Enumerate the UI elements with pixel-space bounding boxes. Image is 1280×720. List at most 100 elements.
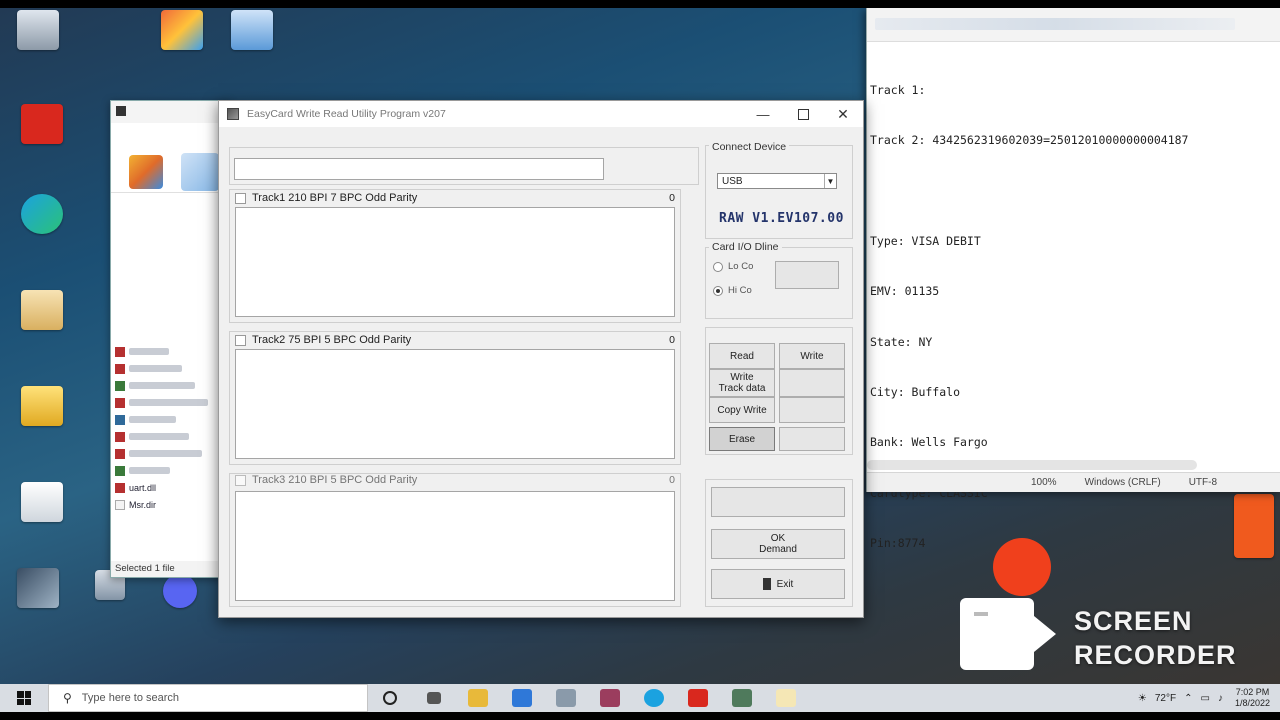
option-button[interactable] [779, 369, 845, 397]
pdf-taskbar-icon[interactable] [676, 684, 720, 712]
notepad-tabs [875, 18, 1235, 30]
file-explorer-taskbar-icon[interactable] [456, 684, 500, 712]
pdf-reader-icon[interactable] [10, 104, 74, 148]
explorer-statusbar: Selected 1 file [111, 561, 229, 577]
system-tray: ☀ 72°F ⌃ ▭ ♪ 7:02 PM 1/8/2022 [1134, 684, 1280, 712]
file-name-blurred [129, 416, 176, 423]
exit-button[interactable]: Exit [711, 569, 845, 599]
msr-utility-window[interactable]: EasyCard Write Read Utility Program v207… [218, 100, 864, 618]
close-button[interactable]: ✕ [823, 101, 863, 127]
folder-icon[interactable] [10, 386, 74, 430]
track1-checkbox[interactable] [235, 192, 246, 204]
winrar-taskbar-icon[interactable] [588, 684, 632, 712]
demand-button[interactable]: OK Demand [711, 529, 845, 559]
edge-taskbar-icon[interactable] [632, 684, 676, 712]
desktop-pc-icon[interactable] [220, 10, 284, 54]
notepad-line: Type: VISA DEBIT [870, 233, 981, 248]
task-view-icon[interactable] [368, 684, 412, 712]
radio-icon [713, 261, 723, 272]
list-item[interactable] [115, 343, 225, 360]
list-item[interactable] [115, 462, 225, 479]
track1-header: Track1 210 BPI 7 BPC Odd Parity 0 [235, 191, 675, 205]
clock[interactable]: 7:02 PM 1/8/2022 [1235, 687, 1270, 709]
app-titlebar[interactable]: EasyCard Write Read Utility Program v207… [219, 101, 863, 127]
ribbon-folder-icon[interactable] [181, 153, 219, 191]
app-taskbar-icon[interactable] [544, 684, 588, 712]
track2-count: 0 [669, 334, 675, 346]
file-name-blurred [129, 450, 202, 457]
copy-write-button[interactable]: Copy Write [709, 397, 775, 423]
lo-co-radio[interactable]: Lo Co [713, 261, 753, 272]
file-icon [115, 499, 125, 510]
file-name-blurred [129, 399, 208, 406]
notepad-titlebar[interactable] [867, 8, 1280, 42]
list-item[interactable] [115, 411, 225, 428]
chevron-up-icon[interactable]: ⌃ [1184, 693, 1192, 704]
discord-icon[interactable] [148, 574, 212, 612]
temperature-text[interactable]: 72°F [1155, 693, 1176, 704]
track3-data-field[interactable] [235, 491, 675, 601]
hi-co-radio[interactable]: Hi Co [713, 285, 752, 296]
compare-button[interactable] [779, 397, 845, 423]
ribbon-app-icon[interactable] [129, 155, 163, 189]
edge-browser-icon[interactable] [10, 194, 74, 238]
read-button[interactable]: Read [709, 343, 775, 369]
taskbar: ⚲ Type here to search ☀ 72°F ⌃ ▭ ♪ 7:02 … [0, 684, 1280, 712]
network-icon[interactable]: ▭ [1201, 693, 1210, 704]
notepad-horizontal-scrollbar[interactable] [867, 460, 1197, 470]
record-dot-icon [993, 538, 1051, 596]
filename-field[interactable] [234, 158, 604, 180]
file-icon [115, 431, 125, 442]
explorer-ribbon [111, 123, 229, 193]
screen-recorder-watermark: SCREEN RECORDER [1074, 606, 1237, 670]
file-icon [115, 414, 125, 425]
list-item[interactable]: Msr.dir [115, 496, 225, 513]
file-icon [115, 380, 125, 391]
track1-data-field[interactable] [235, 207, 675, 317]
file-explorer-window[interactable]: uart.dll Msr.dir Selected 1 file [110, 100, 230, 578]
start-button[interactable] [0, 684, 48, 712]
notepad-taskbar-icon[interactable] [764, 684, 808, 712]
archive-icon[interactable] [10, 290, 74, 334]
list-item[interactable] [115, 360, 225, 377]
desktop-app-icon[interactable] [150, 10, 214, 54]
widgets-icon[interactable] [412, 684, 456, 712]
app-title: EasyCard Write Read Utility Program v207 [247, 108, 446, 120]
list-item[interactable]: uart.dll [115, 479, 225, 496]
list-item[interactable] [115, 428, 225, 445]
write-track-data-button[interactable]: Write Track data [709, 369, 775, 397]
track3-checkbox[interactable] [235, 474, 246, 486]
more-button[interactable] [779, 427, 845, 451]
app-icon [227, 108, 239, 120]
notepad-line: Track 1: [870, 82, 933, 97]
set-coercivity-button[interactable] [775, 261, 839, 289]
msr-taskbar-icon[interactable] [720, 684, 764, 712]
list-item[interactable] [115, 445, 225, 462]
notepad-text-area[interactable]: Track 1: Track 2: 4342562319602039=25012… [870, 48, 1278, 586]
explorer-titlebar[interactable] [111, 101, 229, 123]
blank-action-button[interactable] [711, 487, 845, 517]
track2-data-field[interactable] [235, 349, 675, 459]
list-item[interactable] [115, 394, 225, 411]
shortcut-icon[interactable] [6, 568, 70, 612]
list-item[interactable] [115, 377, 225, 394]
maximize-button[interactable] [783, 101, 823, 127]
volume-icon[interactable]: ♪ [1218, 693, 1223, 704]
minimize-button[interactable]: — [743, 101, 783, 127]
notepad-window[interactable]: Track 1: Track 2: 4342562319602039=25012… [866, 8, 1280, 550]
track2-checkbox[interactable] [235, 334, 246, 346]
door-icon [762, 578, 771, 590]
recycle-bin-icon[interactable] [6, 10, 70, 54]
taskbar-search[interactable]: ⚲ Type here to search [48, 684, 368, 712]
erase-button[interactable]: Erase [709, 427, 775, 451]
file-icon [115, 482, 125, 493]
file-icon [115, 465, 125, 476]
port-select[interactable]: USB ▼ [717, 173, 837, 189]
write-button[interactable]: Write [779, 343, 845, 369]
store-taskbar-icon[interactable] [500, 684, 544, 712]
file-name-blurred [129, 433, 189, 440]
weather-icon[interactable]: ☀ [1138, 693, 1147, 704]
file-name-blurred [129, 365, 182, 372]
document-icon[interactable] [10, 482, 74, 526]
track3-label: Track3 210 BPI 5 BPC Odd Parity [252, 474, 418, 486]
